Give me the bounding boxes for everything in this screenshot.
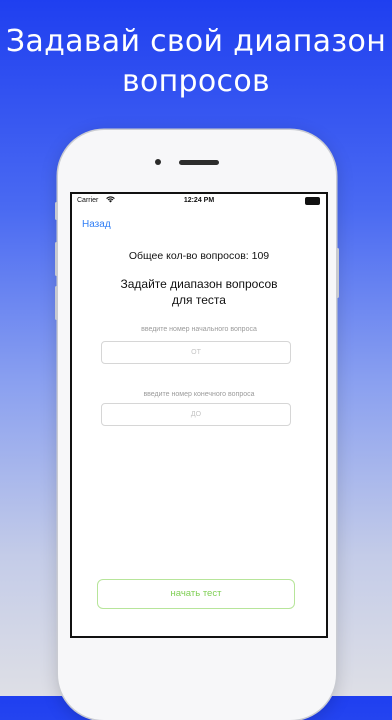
start-question-hint: введите номер начального вопроса — [141, 326, 257, 333]
promo-headline-line-2: вопросов — [122, 64, 270, 99]
total-questions-label: Общее кол-во вопросов: 109 — [128, 250, 270, 262]
range-prompt: Задайте диапазон вопросов для теста — [120, 277, 278, 307]
battery-icon — [305, 197, 320, 205]
end-question-hint: введите номер конечного вопроса — [143, 391, 255, 398]
phone-mute-switch — [55, 202, 58, 220]
phone-frame: Carrier 12:24 PM Назад Общее кол-во вопр… — [55, 130, 339, 720]
phone-power-button — [336, 248, 339, 298]
start-test-button[interactable]: начать тест — [97, 579, 295, 609]
back-button[interactable]: Назад — [82, 219, 111, 230]
status-bar: Carrier 12:24 PM — [72, 194, 326, 208]
promo-headline-line-1: Задавай свой диапазон — [5, 24, 387, 59]
end-question-field[interactable]: ДО — [101, 403, 291, 426]
status-time: 12:24 PM — [183, 197, 215, 204]
phone-speaker — [179, 160, 219, 165]
start-question-field[interactable]: ОТ — [101, 341, 291, 364]
promo-headline: Задавай свой диапазон вопросов — [0, 22, 392, 102]
phone-volume-down — [55, 286, 58, 320]
phone-volume-up — [55, 242, 58, 276]
app-screen: Carrier 12:24 PM Назад Общее кол-во вопр… — [70, 192, 328, 638]
front-camera — [155, 159, 161, 165]
